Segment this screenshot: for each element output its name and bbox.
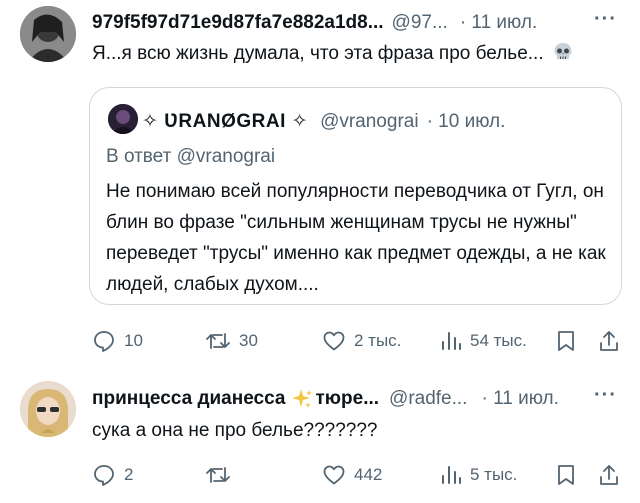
- bookmark-button[interactable]: [556, 329, 576, 358]
- display-name-suffix[interactable]: тюре...: [315, 388, 379, 410]
- views-icon: [442, 466, 461, 484]
- reply-icon: [94, 465, 114, 486]
- like-button[interactable]: 2 тыс.: [322, 329, 401, 353]
- repost-count: 30: [239, 331, 258, 350]
- like-icon: [323, 331, 345, 351]
- quote-avatar[interactable]: [108, 104, 138, 134]
- repost-icon: [206, 467, 230, 483]
- quote-text: Не понимаю всей популярности переводчика…: [106, 181, 606, 295]
- reply-button[interactable]: 2: [92, 463, 133, 487]
- avatar[interactable]: [20, 381, 76, 437]
- post-header: принцесса дианесса тюре... @radfe... · 1…: [92, 388, 559, 410]
- repost-icon: [206, 333, 230, 349]
- more-icon[interactable]: ···: [594, 384, 617, 407]
- share-icon: [600, 331, 618, 351]
- avatar[interactable]: [20, 6, 76, 62]
- views-button[interactable]: 5 тыс.: [440, 463, 517, 487]
- post-date[interactable]: · 11 июл.: [481, 388, 558, 410]
- repost-button[interactable]: 30: [205, 329, 258, 353]
- views-button[interactable]: 54 тыс.: [440, 329, 527, 353]
- display-name[interactable]: принцесса дианесса: [92, 388, 285, 410]
- like-button[interactable]: 442: [322, 463, 382, 487]
- bookmark-button[interactable]: [556, 463, 576, 492]
- post-text: сука а она не про белье???????: [92, 420, 378, 441]
- reply-count: 2: [124, 465, 134, 484]
- quote-handle[interactable]: @vranograi: [320, 111, 419, 133]
- post-text: Я...я всю жизнь думала, что эта фраза пр…: [92, 38, 573, 70]
- display-name[interactable]: 979f5f97d71e9d87fa7e882a1d8...: [92, 12, 384, 34]
- reply-icon: [94, 331, 114, 352]
- post-header: 979f5f97d71e9d87fa7e882a1d8... @97... · …: [92, 12, 537, 34]
- handle[interactable]: @97...: [392, 12, 448, 34]
- bookmark-icon: [558, 465, 574, 485]
- reply-button[interactable]: 10: [92, 329, 143, 353]
- views-count: 5 тыс.: [470, 465, 518, 484]
- quote-date[interactable]: · 10 июл.: [427, 111, 506, 133]
- more-icon[interactable]: ···: [594, 8, 617, 31]
- repost-button[interactable]: [205, 463, 239, 487]
- handle[interactable]: @radfe...: [389, 388, 467, 410]
- like-count: 2 тыс.: [354, 331, 402, 350]
- post-date[interactable]: · 11 июл.: [460, 12, 537, 34]
- quote-display-name[interactable]: ✧ ƲRANØGRAI ✧: [142, 110, 308, 133]
- reply-to: В ответ @vranograi: [106, 146, 276, 167]
- reply-count: 10: [124, 331, 143, 350]
- share-icon: [600, 465, 618, 485]
- like-icon: [323, 465, 345, 485]
- bookmark-icon: [558, 331, 574, 351]
- views-icon: [442, 332, 461, 350]
- skull-emoji: [554, 43, 572, 59]
- quote-header: ✧ ƲRANØGRAI ✧ @vranograi · 10 июл.: [142, 110, 505, 133]
- share-button[interactable]: [598, 463, 620, 492]
- views-count: 54 тыс.: [470, 331, 527, 350]
- share-button[interactable]: [598, 329, 620, 358]
- post-text-content: Я...я всю жизнь думала, что эта фраза пр…: [92, 43, 544, 64]
- like-count: 442: [354, 465, 383, 484]
- sparkles-emoji: [292, 389, 313, 408]
